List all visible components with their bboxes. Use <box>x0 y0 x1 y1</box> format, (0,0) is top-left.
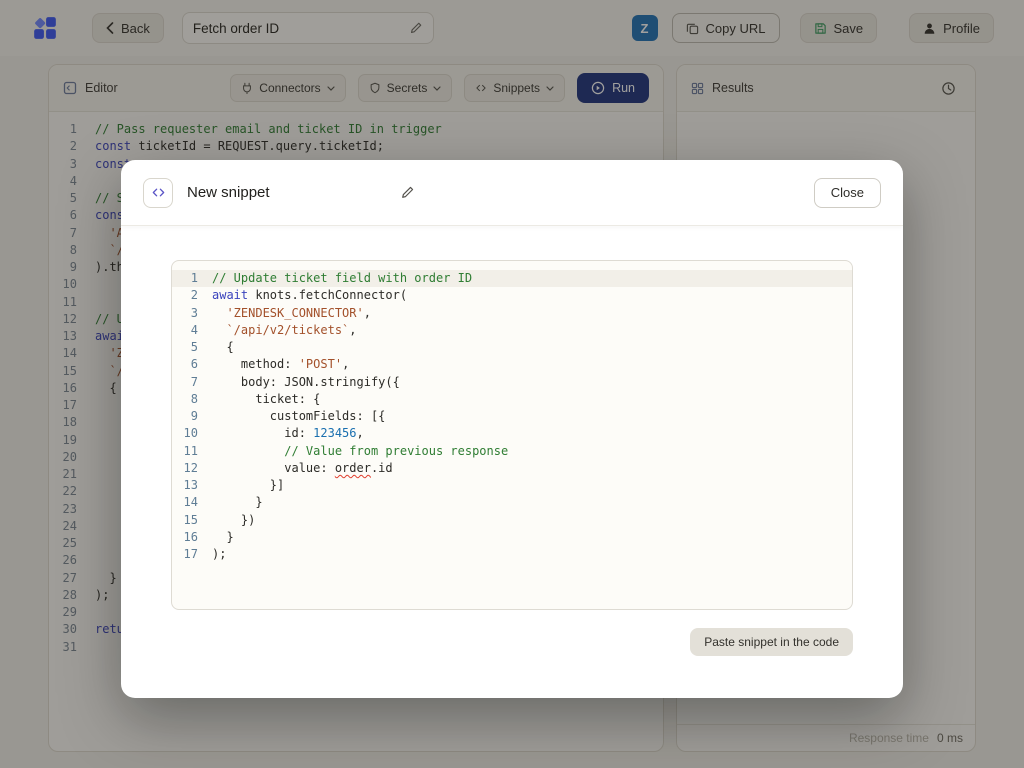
line-content: value: order.id <box>198 460 852 477</box>
code-line: 5 { <box>172 339 852 356</box>
code-line: 4 `/api/v2/tickets`, <box>172 322 852 339</box>
code-line: 8 ticket: { <box>172 391 852 408</box>
code-line: 13 }] <box>172 477 852 494</box>
line-content: customFields: [{ <box>198 408 852 425</box>
snippet-icon <box>143 178 173 208</box>
paste-snippet-button[interactable]: Paste snippet in the code <box>690 628 853 656</box>
line-content: ); <box>198 546 852 563</box>
line-number: 13 <box>172 477 198 494</box>
line-number: 17 <box>172 546 198 563</box>
line-content: method: 'POST', <box>198 356 852 373</box>
new-snippet-modal: New snippet Close 1// Update ticket fiel… <box>121 160 903 698</box>
line-number: 4 <box>172 322 198 339</box>
line-content: { <box>198 339 852 356</box>
modal-header: New snippet Close <box>121 160 903 226</box>
line-content: }] <box>198 477 852 494</box>
line-content: `/api/v2/tickets`, <box>198 322 852 339</box>
line-number: 5 <box>172 339 198 356</box>
line-number: 12 <box>172 460 198 477</box>
line-number: 16 <box>172 529 198 546</box>
code-line: 3 'ZENDESK_CONNECTOR', <box>172 305 852 322</box>
code-line: 14 } <box>172 494 852 511</box>
code-line: 6 method: 'POST', <box>172 356 852 373</box>
code-line: 12 value: order.id <box>172 460 852 477</box>
code-line: 17); <box>172 546 852 563</box>
modal-title: New snippet <box>187 184 270 201</box>
line-number: 14 <box>172 494 198 511</box>
line-number: 7 <box>172 374 198 391</box>
code-line: 16 } <box>172 529 852 546</box>
line-content: } <box>198 529 852 546</box>
line-content: // Update ticket field with order ID <box>198 270 852 287</box>
line-number: 1 <box>172 270 198 287</box>
line-number: 10 <box>172 425 198 442</box>
close-button[interactable]: Close <box>814 178 881 208</box>
line-content: } <box>198 494 852 511</box>
line-number: 2 <box>172 287 198 304</box>
code-line: 9 customFields: [{ <box>172 408 852 425</box>
line-content: id: 123456, <box>198 425 852 442</box>
edit-snippet-icon[interactable] <box>400 185 415 200</box>
line-content: }) <box>198 512 852 529</box>
line-content: 'ZENDESK_CONNECTOR', <box>198 305 852 322</box>
line-content: ticket: { <box>198 391 852 408</box>
line-number: 3 <box>172 305 198 322</box>
line-number: 6 <box>172 356 198 373</box>
code-line: 1// Update ticket field with order ID <box>172 270 852 287</box>
modal-footer: Paste snippet in the code <box>171 610 853 656</box>
line-content: body: JSON.stringify({ <box>198 374 852 391</box>
line-content: // Value from previous response <box>198 443 852 460</box>
code-line: 11 // Value from previous response <box>172 443 852 460</box>
line-number: 8 <box>172 391 198 408</box>
line-content: await knots.fetchConnector( <box>198 287 852 304</box>
code-line: 7 body: JSON.stringify({ <box>172 374 852 391</box>
snippet-code-block[interactable]: 1// Update ticket field with order ID2aw… <box>171 260 853 610</box>
code-line: 15 }) <box>172 512 852 529</box>
line-number: 15 <box>172 512 198 529</box>
line-number: 9 <box>172 408 198 425</box>
modal-body: 1// Update ticket field with order ID2aw… <box>121 226 903 698</box>
code-line: 10 id: 123456, <box>172 425 852 442</box>
code-line: 2await knots.fetchConnector( <box>172 287 852 304</box>
line-number: 11 <box>172 443 198 460</box>
